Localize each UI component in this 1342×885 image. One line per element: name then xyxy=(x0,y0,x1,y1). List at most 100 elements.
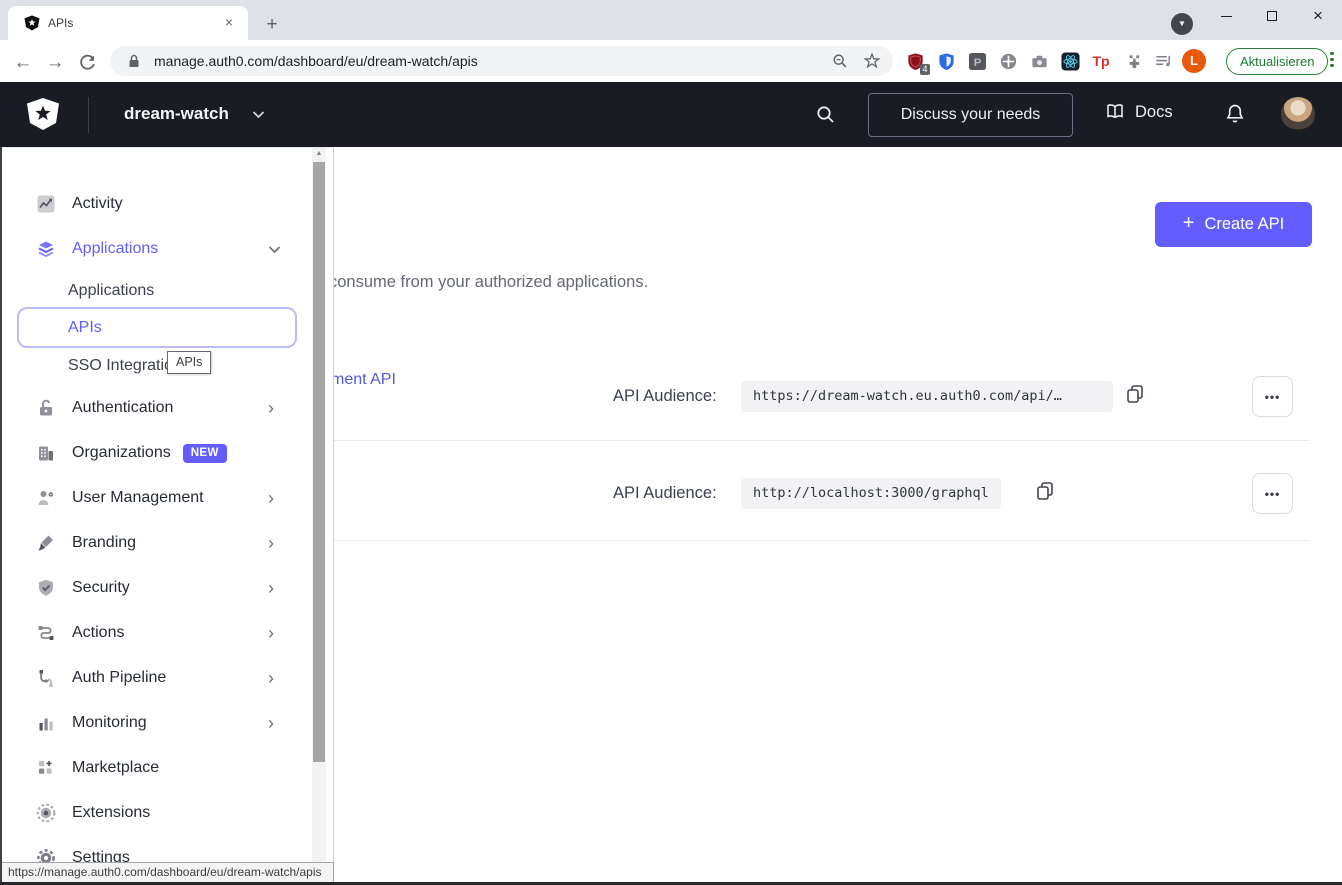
sidebar-item-user-management[interactable]: User Management › xyxy=(0,476,310,520)
minimize-button[interactable] xyxy=(1207,1,1245,31)
layers-icon xyxy=(36,239,56,259)
user-avatar[interactable] xyxy=(1281,97,1315,131)
row-menu-button[interactable]: ••• xyxy=(1252,376,1293,417)
sidebar-item-label: Applications xyxy=(68,282,154,300)
sidebar-item-auth-pipeline[interactable]: Auth Pipeline › xyxy=(0,656,310,700)
download-indicator-icon[interactable]: ▼ xyxy=(1171,13,1193,35)
audience-value-chip: http://localhost:3000/graphql xyxy=(741,478,1001,509)
move-crosshair-extension-icon[interactable] xyxy=(996,49,1020,73)
auth0-logo[interactable] xyxy=(26,97,60,131)
bitwarden-extension-icon[interactable] xyxy=(934,49,958,73)
maximize-button[interactable] xyxy=(1253,1,1291,31)
sidebar-item-label: Security xyxy=(72,579,130,597)
sidebar-item-label: Marketplace xyxy=(72,759,159,777)
copy-icon xyxy=(1125,384,1145,404)
book-icon xyxy=(1104,102,1126,122)
shield-check-icon xyxy=(36,578,56,598)
sidebar-item-actions[interactable]: Actions › xyxy=(0,611,310,655)
sidebar-item-label: Auth Pipeline xyxy=(72,669,166,687)
paintbrush-icon xyxy=(36,533,56,553)
chevron-right-icon: › xyxy=(268,714,274,732)
sidebar-scrollbar[interactable]: ▲ xyxy=(312,148,326,885)
sidebar-item-label: Activity xyxy=(72,195,123,213)
plus-icon: + xyxy=(1183,212,1195,235)
search-icon[interactable] xyxy=(815,104,836,125)
extension-icons: 4 P Tp xyxy=(903,40,1206,82)
sidebar-subitem-sso-integrations[interactable]: SSO Integrations xyxy=(0,347,310,385)
forward-icon: → xyxy=(46,53,65,72)
create-api-button[interactable]: + Create API xyxy=(1155,202,1312,247)
sidebar-item-label: Applications xyxy=(72,240,158,258)
new-tab-button[interactable]: + xyxy=(260,13,284,37)
chevron-right-icon: › xyxy=(268,624,274,642)
chevron-right-icon: › xyxy=(268,399,274,417)
window-left-edge xyxy=(0,147,2,885)
scroll-up-icon[interactable]: ▲ xyxy=(312,150,326,157)
sidebar-item-label: Extensions xyxy=(72,804,150,822)
api-name-link[interactable]: ment API xyxy=(331,371,396,389)
create-api-label: Create API xyxy=(1204,215,1284,234)
forward-button[interactable]: → xyxy=(42,49,68,75)
sidebar-item-security[interactable]: Security › xyxy=(0,566,310,610)
back-button[interactable]: ← xyxy=(10,49,36,75)
sidebar-item-applications[interactable]: Applications xyxy=(0,227,310,271)
sidebar-item-activity[interactable]: Activity xyxy=(0,182,310,226)
tampermonkey-extension-icon[interactable]: Tp xyxy=(1089,49,1113,73)
tab-close-icon[interactable]: × xyxy=(220,14,238,32)
bell-icon[interactable] xyxy=(1224,103,1246,126)
browser-window: APIs × + ▼ × ← → manage.auth0.com/dashbo… xyxy=(0,0,1342,885)
lock-icon xyxy=(36,398,56,418)
chevron-down-icon xyxy=(268,246,281,254)
sidebar-item-branding[interactable]: Branding › xyxy=(0,521,310,565)
tenant-switcher[interactable]: dream-watch xyxy=(124,104,229,124)
reload-icon xyxy=(77,52,97,72)
back-icon: ← xyxy=(14,53,33,72)
row-menu-button[interactable]: ••• xyxy=(1252,473,1293,514)
sidebar-subitem-applications[interactable]: Applications xyxy=(0,272,310,310)
browser-tab[interactable]: APIs × xyxy=(8,6,248,40)
sidebar-item-organizations[interactable]: Organizations NEW xyxy=(0,431,310,475)
puzzle-extensions-menu-icon[interactable] xyxy=(1120,49,1144,73)
audience-value-chip: https://dream-watch.eu.auth0.com/api/… xyxy=(741,381,1113,412)
sidebar-item-extensions[interactable]: Extensions xyxy=(0,791,310,835)
flow-icon xyxy=(36,623,56,643)
privacy-extension-icon[interactable]: P xyxy=(965,49,989,73)
reload-button[interactable] xyxy=(74,49,100,75)
media-playlist-extension-icon[interactable] xyxy=(1151,49,1175,73)
sidebar-item-label: Monitoring xyxy=(72,714,147,732)
sidebar-item-label: Branding xyxy=(72,534,136,552)
sidebar-item-label: APIs xyxy=(68,319,102,337)
react-devtools-extension-icon[interactable] xyxy=(1058,49,1082,73)
zoom-indicator-button[interactable] xyxy=(831,52,849,70)
user-gear-icon xyxy=(36,488,56,508)
apis-tooltip: APIs xyxy=(167,351,211,374)
screenshot-camera-extension-icon[interactable] xyxy=(1027,49,1051,73)
chevron-down-icon[interactable] xyxy=(252,111,265,119)
copy-button[interactable] xyxy=(1034,481,1056,503)
audience-label: API Audience: xyxy=(613,484,717,503)
close-button[interactable]: × xyxy=(1299,1,1337,31)
copy-icon xyxy=(1035,481,1055,501)
svg-text:P: P xyxy=(973,56,981,68)
chrome-menu-button[interactable] xyxy=(1329,49,1335,70)
docs-link[interactable]: Docs xyxy=(1104,102,1173,122)
row-divider xyxy=(333,540,1309,541)
chrome-update-button[interactable]: Aktualisieren xyxy=(1226,48,1328,75)
maximize-icon xyxy=(1267,11,1277,21)
lock-icon xyxy=(126,53,142,69)
sidebar-subitem-apis[interactable]: APIs xyxy=(0,309,310,347)
sidebar-item-marketplace[interactable]: Marketplace xyxy=(0,746,310,790)
discuss-needs-button[interactable]: Discuss your needs xyxy=(868,93,1073,137)
scrollbar-thumb[interactable] xyxy=(313,162,325,762)
url-text: manage.auth0.com/dashboard/eu/dream-watc… xyxy=(154,53,478,69)
bookmark-button[interactable] xyxy=(863,52,881,70)
profile-avatar-button[interactable]: L xyxy=(1182,49,1206,73)
copy-button[interactable] xyxy=(1124,384,1146,406)
sidebar-item-authentication[interactable]: Authentication › xyxy=(0,386,310,430)
page-description: consume from your authorized application… xyxy=(329,273,648,292)
address-bar[interactable]: manage.auth0.com/dashboard/eu/dream-watc… xyxy=(110,46,893,76)
new-badge: NEW xyxy=(183,444,227,463)
marketplace-icon xyxy=(36,758,56,778)
ublock-extension-icon[interactable]: 4 xyxy=(903,49,927,73)
sidebar-item-monitoring[interactable]: Monitoring › xyxy=(0,701,310,745)
